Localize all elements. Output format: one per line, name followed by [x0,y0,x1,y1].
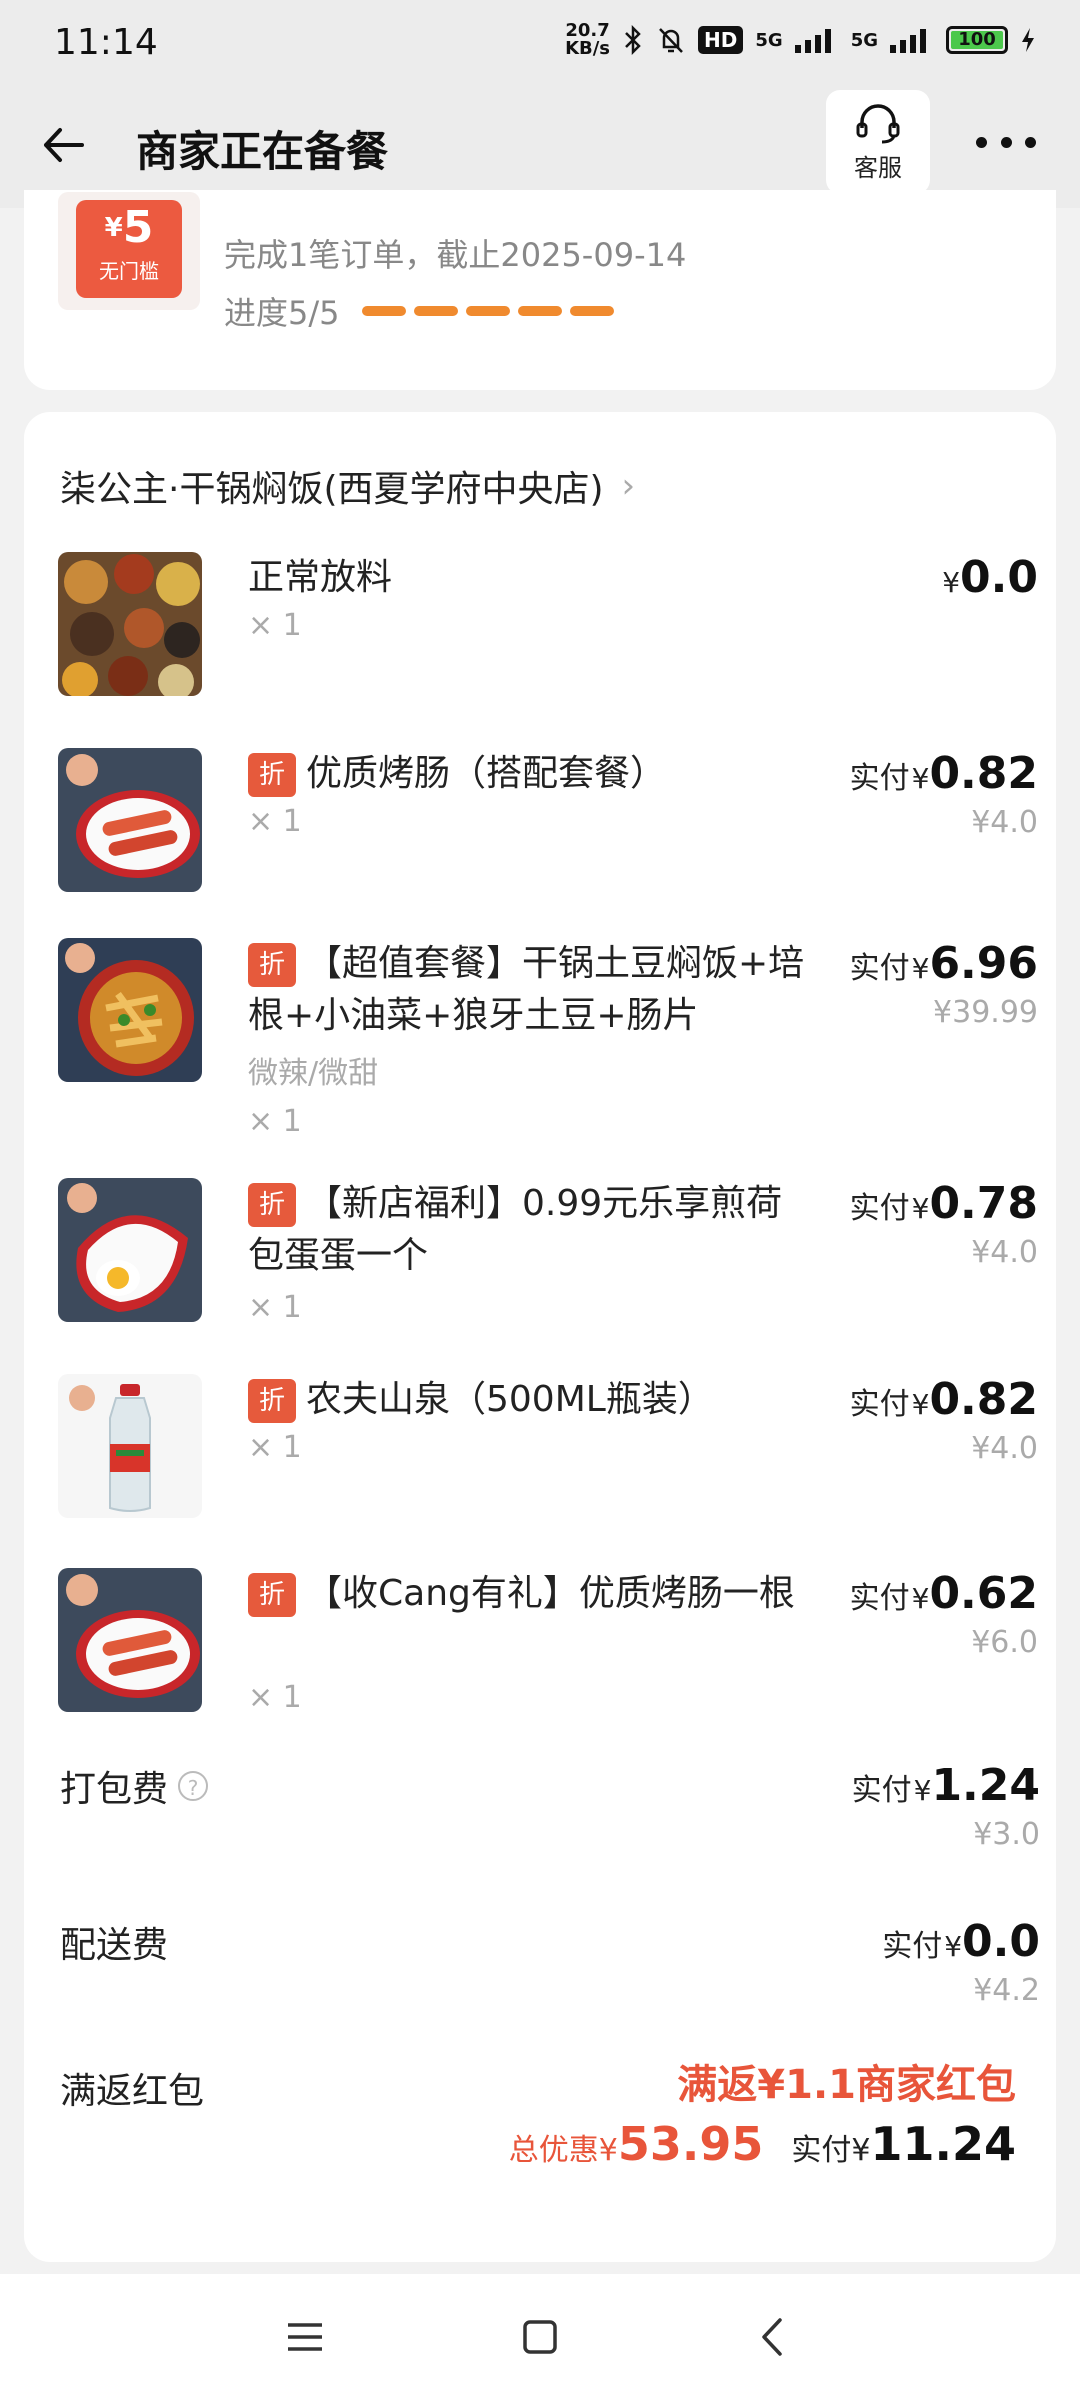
total-paid: 实付¥11.24 [791,2117,1016,2171]
more-options-icon[interactable] [976,132,1036,152]
chevron-right-icon: › [621,466,636,506]
coupon-progress: 进度5/5 [224,288,614,334]
delivery-fee-price: 实付¥0.0 ¥4.2 [882,1916,1040,2008]
order-total: 总优惠¥53.95 实付¥11.24 [509,2117,1016,2171]
item-qty: × 1 [248,1290,302,1325]
help-icon[interactable]: ? [178,1771,209,1801]
item-paid: 0.0 [960,552,1038,603]
order-item: 折【新店福利】0.99元乐享煎荷包蛋蛋一个 × 1 实付¥0.78 ¥4.0 [58,1178,1038,1328]
bluetooth-icon [625,25,641,55]
item-original-price: ¥4.0 [971,1431,1038,1466]
discount-tag: 折 [248,943,296,987]
coupon-progress-card: ¥5 无门槛 完成1笔订单，截止2025-09-14 进度5/5 [24,190,1056,390]
clock: 11:14 [54,22,158,63]
item-qty: × 1 [248,804,302,839]
discount-tag: 折 [248,1183,296,1227]
signal-label-1: 5G [755,29,783,51]
order-item: 折农夫山泉（500ML瓶装） × 1 实付¥0.82 ¥4.0 [58,1374,1038,1524]
order-item: 折【收Cang有礼】优质烤肠一根 × 1 实付¥0.62 ¥6.0 [58,1568,1038,1718]
progress-bar [361,306,614,316]
item-thumbnail [58,748,202,892]
discount-tag: 折 [248,1573,296,1617]
item-qty: × 1 [248,608,302,643]
item-qty: × 1 [248,1680,302,1715]
charging-icon [1022,28,1034,52]
item-name: 折优质烤肠（搭配套餐） [248,748,808,800]
item-paid: 0.62 [929,1568,1038,1619]
mute-bell-icon [659,28,683,53]
coupon-ticket: ¥5 无门槛 [58,192,200,310]
system-nav-bar [0,2274,1080,2400]
signal-bars-icon [890,27,934,53]
page-title: 商家正在备餐 [136,127,389,176]
item-thumbnail [58,938,202,1082]
item-thumbnail [58,1374,202,1518]
headset-icon [856,103,900,143]
item-thumbnail [58,552,202,696]
shop-link[interactable]: 柒公主·干锅焖饭(西夏学府中央店) › [60,460,635,512]
item-name: 折【新店福利】0.99元乐享煎荷包蛋蛋一个 [248,1183,783,1276]
customer-service-button[interactable]: 客服 [826,90,930,194]
discount-tag: 折 [248,1379,296,1423]
order-detail-card: 柒公主·干锅焖饭(西夏学府中央店) › 正常放料 × 1 ¥0.0 折优质烤肠（… [24,412,1056,2262]
item-price: 实付¥0.62 ¥6.0 [849,1568,1038,1660]
total-discount: 总优惠¥53.95 [508,2117,764,2171]
coupon-condition: 完成1笔订单，截止2025-09-14 [224,236,687,274]
menu-icon[interactable] [280,2312,330,2362]
discount-tag: 折 [248,753,296,797]
order-item: 折【超值套餐】干锅土豆焖饭+培根+小油菜+狼牙土豆+肠片 微辣/微甜 × 1 实… [58,938,1038,1139]
network-speed: 20.7 KB/s [565,20,611,59]
item-original-price: ¥4.0 [971,805,1038,840]
item-paid: 0.82 [929,1374,1038,1425]
packing-fee-price: 实付¥1.24 ¥3.0 [851,1760,1040,1852]
back-chevron-icon[interactable] [750,2312,800,2362]
shop-name: 柒公主·干锅焖饭(西夏学府中央店) [60,469,604,510]
battery-icon: 100 [946,26,1008,54]
item-name: 折【收Cang有礼】优质烤肠一根 [248,1568,808,1620]
progress-label: 进度5/5 [224,294,340,332]
order-item: 折优质烤肠（搭配套餐） × 1 实付¥0.82 ¥4.0 [58,748,1038,898]
item-thumbnail [58,1568,202,1712]
reward-value: 满返¥1.1商家红包 [677,2062,1016,2108]
delivery-fee-label: 配送费 [60,1925,169,1966]
customer-service-label: 客服 [854,153,902,182]
status-bar: 11:14 20.7 KB/s HD 5G 5G 100 [0,0,1080,90]
coupon-amount: 5 [122,202,154,253]
item-qty: × 1 [248,1104,302,1139]
item-original-price: ¥6.0 [971,1625,1038,1660]
item-price: 实付¥6.96 ¥39.99 [849,938,1038,1030]
packing-fee-label: 打包费 [60,1769,169,1810]
item-spec: 微辣/微甜 [248,1056,379,1091]
status-icons: 20.7 KB/s HD 5G 5G 100 [565,22,1036,58]
back-arrow-icon[interactable] [38,120,88,170]
item-name: 折农夫山泉（500ML瓶装） [248,1374,808,1426]
item-thumbnail [58,1178,202,1322]
item-name: 正常放料 [248,557,393,598]
item-price: ¥0.0 [942,552,1038,603]
item-name: 折【超值套餐】干锅土豆焖饭+培根+小油菜+狼牙土豆+肠片 [248,943,805,1036]
hd-badge: HD [698,26,744,54]
packing-fee-row: 打包费? 实付¥1.24 ¥3.0 [60,1760,1040,1852]
coupon-tag: 无门槛 [99,259,159,283]
order-item: 正常放料 × 1 ¥0.0 [58,552,1038,702]
item-original-price: ¥4.0 [971,1235,1038,1270]
item-qty: × 1 [248,1430,302,1465]
reward-label: 满返红包 [60,2071,205,2112]
item-price: 实付¥0.78 ¥4.0 [849,1178,1038,1270]
coupon-badge: ¥5 无门槛 [76,200,182,298]
item-paid: 0.78 [929,1178,1038,1229]
item-original-price: ¥39.99 [933,995,1038,1030]
home-square-icon[interactable] [515,2312,565,2362]
delivery-fee-row: 配送费 实付¥0.0 ¥4.2 [60,1916,1040,2008]
item-price: 实付¥0.82 ¥4.0 [849,1374,1038,1466]
signal-bars-icon [794,27,839,53]
item-paid: 0.82 [929,748,1038,799]
item-paid: 6.96 [929,938,1038,989]
item-price: 实付¥0.82 ¥4.0 [849,748,1038,840]
signal-label-2: 5G [850,29,878,51]
